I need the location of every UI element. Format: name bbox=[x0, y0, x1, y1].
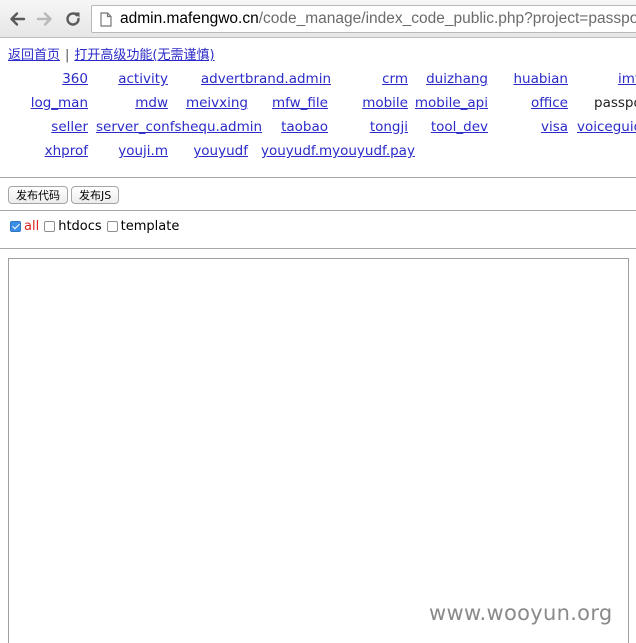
project-link-xhprof[interactable]: xhprof bbox=[45, 143, 88, 159]
reload-icon bbox=[66, 12, 80, 26]
project-link-youji-m[interactable]: youji.m bbox=[118, 143, 168, 159]
project-link-mobile-api[interactable]: mobile_api bbox=[415, 95, 488, 111]
reload-button[interactable] bbox=[62, 8, 84, 30]
filter-htdocs-checkbox[interactable] bbox=[44, 221, 56, 232]
project-row: xhprof youji.m youyudf youyudf.myouyudf.… bbox=[0, 140, 636, 164]
url-path: /code_manage/index_code_public.php?proje… bbox=[258, 10, 636, 27]
project-grid: 360 activity advertbrand.admin crm duizh… bbox=[0, 68, 636, 164]
project-row: log_man mdw meivxing mfw_file mobile mob… bbox=[0, 92, 636, 116]
project-link-mobile[interactable]: mobile bbox=[362, 95, 408, 111]
url-host: admin.mafengwo.cn bbox=[120, 10, 259, 27]
project-link-mdw[interactable]: mdw bbox=[135, 95, 168, 111]
project-link-mfw-file[interactable]: mfw_file bbox=[272, 95, 328, 111]
advanced-features-link[interactable]: 打开高级功能(无需谨慎) bbox=[74, 48, 214, 63]
publish-code-button[interactable]: 发布代码 bbox=[8, 186, 68, 204]
filter-template-label[interactable]: template bbox=[121, 219, 180, 234]
project-row: seller server_confshequ.admin taobao ton… bbox=[0, 116, 636, 140]
watermark: www.wooyun.org bbox=[429, 601, 613, 625]
project-link-voiceguide[interactable]: voiceguide bbox=[577, 119, 636, 135]
project-link-huabian[interactable]: huabian bbox=[513, 71, 568, 87]
project-link-advertbrand-admin[interactable]: advertbrand.admin bbox=[201, 71, 331, 87]
project-link-activity[interactable]: activity bbox=[118, 71, 168, 87]
divider bbox=[0, 210, 636, 211]
filter-all-checkbox[interactable] bbox=[10, 221, 21, 232]
forward-button[interactable] bbox=[34, 8, 56, 30]
project-link-meivxing[interactable]: meivxing bbox=[186, 95, 248, 111]
project-link-server-confshequ-admin[interactable]: server_confshequ.admin bbox=[96, 119, 262, 135]
filter-group: all htdocs template bbox=[10, 219, 184, 234]
project-link-youyudf[interactable]: youyudf bbox=[193, 143, 248, 159]
project-link-seller[interactable]: seller bbox=[51, 119, 88, 135]
filter-htdocs-label[interactable]: htdocs bbox=[58, 219, 101, 234]
filter-all-label[interactable]: all bbox=[24, 219, 39, 234]
project-row: 360 activity advertbrand.admin crm duizh… bbox=[0, 68, 636, 92]
project-link-crm[interactable]: crm bbox=[382, 71, 408, 87]
divider bbox=[0, 248, 636, 249]
browser-toolbar: admin.mafengwo.cn/code_manage/index_code… bbox=[0, 0, 636, 38]
project-link-taobao[interactable]: taobao bbox=[281, 119, 328, 135]
publish-js-button[interactable]: 发布JS bbox=[71, 186, 120, 204]
address-bar[interactable]: admin.mafengwo.cn/code_manage/index_code… bbox=[91, 5, 636, 33]
page-content: 返回首页 | 打开高级功能(无需谨慎) 360 activity advertbra… bbox=[0, 38, 636, 643]
project-link-imf[interactable]: imf bbox=[618, 71, 636, 87]
back-button[interactable] bbox=[6, 8, 28, 30]
project-link-tongji[interactable]: tongji bbox=[370, 119, 408, 135]
back-arrow-icon bbox=[10, 12, 26, 26]
link-separator: | bbox=[65, 48, 70, 63]
forward-arrow-icon bbox=[36, 12, 52, 26]
project-link-youyudf-myouyudf-pay[interactable]: youyudf.myouyudf.pay bbox=[261, 143, 415, 159]
project-link-360[interactable]: 360 bbox=[62, 71, 88, 87]
project-link-log-man[interactable]: log_man bbox=[31, 95, 88, 111]
project-link-duizhang[interactable]: duizhang bbox=[426, 71, 488, 87]
project-link-visa[interactable]: visa bbox=[541, 119, 568, 135]
filter-template-checkbox[interactable] bbox=[106, 221, 118, 232]
project-link-office[interactable]: office bbox=[531, 95, 568, 111]
project-link-tool-dev[interactable]: tool_dev bbox=[431, 119, 488, 135]
output-textarea[interactable] bbox=[8, 258, 629, 643]
project-current-passport: passport bbox=[594, 95, 636, 111]
divider bbox=[0, 177, 636, 178]
top-links: 返回首页 | 打开高级功能(无需谨慎) bbox=[8, 44, 215, 63]
home-link[interactable]: 返回首页 bbox=[8, 48, 60, 63]
page-icon bbox=[100, 11, 112, 27]
